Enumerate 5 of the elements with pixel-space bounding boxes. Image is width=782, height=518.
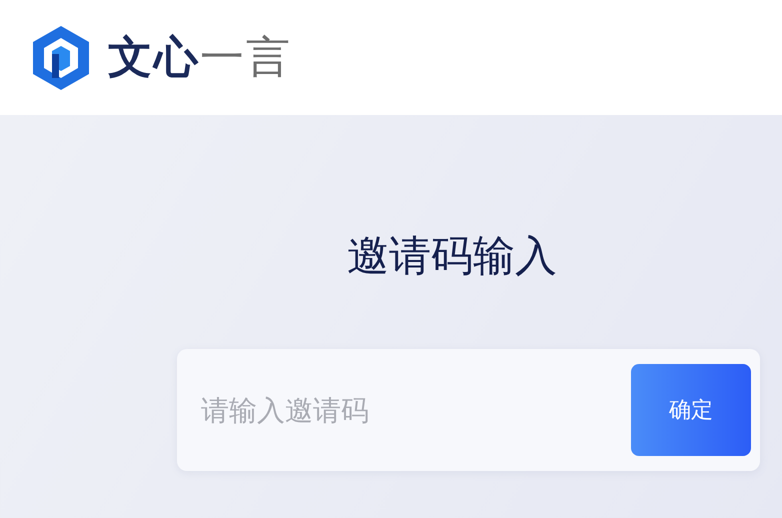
logo-text: 文心一言 (108, 30, 292, 84)
invite-code-field[interactable]: 请输入邀请码 确定 (177, 349, 760, 471)
confirm-button[interactable]: 确定 (631, 364, 751, 456)
logo-icon (30, 24, 92, 92)
page-title: 邀请码输入 (347, 230, 558, 277)
